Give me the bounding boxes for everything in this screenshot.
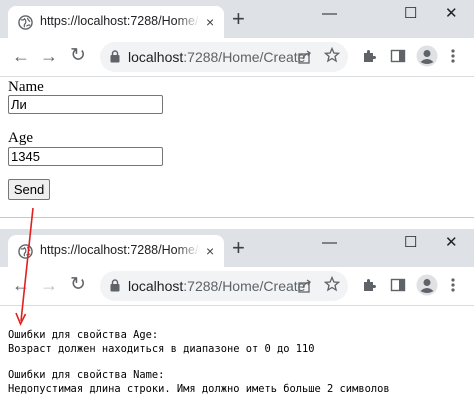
back-button[interactable]: ← [12, 46, 30, 66]
extensions-puzzle-icon[interactable] [362, 277, 378, 293]
bookmark-star-icon[interactable] [324, 47, 340, 63]
profile-avatar-icon[interactable] [416, 45, 438, 67]
window-gap [0, 218, 474, 229]
address-bar[interactable]: localhost:7288/Home/Create [100, 42, 348, 72]
age-input[interactable]: 1345 [8, 147, 163, 166]
maximize-button[interactable]: ☐ [404, 233, 417, 253]
new-tab-button[interactable]: + [232, 235, 245, 261]
forward-button[interactable]: → [40, 275, 58, 295]
tab-strip: https://localhost:7288/Home/Create × + —… [0, 229, 474, 267]
url-host: localhost [128, 278, 184, 294]
profile-avatar-icon[interactable] [416, 274, 438, 296]
side-panel-icon[interactable] [390, 48, 406, 64]
menu-kebab-icon[interactable] [450, 48, 456, 64]
minimize-button[interactable]: — [322, 233, 337, 253]
tab-strip: https://localhost:7288/Home/Create × + —… [0, 0, 474, 38]
share-icon[interactable] [298, 50, 312, 64]
reload-button[interactable]: ↻ [70, 46, 86, 66]
url-text: localhost:7288/Home/Create [128, 49, 305, 65]
side-panel-icon[interactable] [390, 277, 406, 293]
name-label: Name [8, 79, 44, 95]
lock-icon [110, 50, 120, 63]
url-host: localhost [128, 49, 184, 65]
name-input[interactable]: Ли [8, 95, 163, 114]
toolbar: ← → ↻ localhost:7288/Home/Create [0, 267, 474, 306]
maximize-button[interactable]: ☐ [404, 4, 417, 24]
url-path: :7288/Home/Create [183, 49, 306, 65]
tab-close-icon[interactable]: × [206, 243, 214, 259]
lock-icon [110, 279, 120, 292]
extensions-puzzle-icon[interactable] [362, 48, 378, 64]
url-text: localhost:7288/Home/Create [128, 278, 305, 294]
age-label: Age [8, 130, 33, 146]
browser-window-form: https://localhost:7288/Home/Create × + —… [0, 0, 474, 218]
new-tab-button[interactable]: + [232, 6, 245, 32]
tab-create[interactable]: https://localhost:7288/Home/Create × [8, 235, 224, 267]
url-path: :7288/Home/Create [183, 278, 306, 294]
minimize-button[interactable]: — [322, 4, 337, 24]
toolbar: ← → ↻ localhost:7288/Home/Create [0, 38, 474, 77]
tab-create[interactable]: https://localhost:7288/Home/Create × [8, 6, 224, 38]
tab-title: https://localhost:7288/Home/Create [40, 14, 200, 28]
close-window-button[interactable]: ✕ [445, 233, 458, 253]
globe-icon [18, 15, 33, 30]
age-error-message: Возраст должен находиться в диапазоне от… [8, 343, 315, 355]
reload-button[interactable]: ↻ [70, 275, 86, 295]
close-window-button[interactable]: ✕ [445, 4, 458, 24]
back-button[interactable]: ← [12, 275, 30, 295]
share-icon[interactable] [298, 279, 312, 293]
browser-window-result: https://localhost:7288/Home/Create × + —… [0, 229, 474, 420]
forward-button[interactable]: → [40, 46, 58, 66]
send-button[interactable]: Send [8, 179, 50, 200]
globe-icon [18, 244, 33, 259]
age-error-header: Ошибки для свойства Age: [8, 329, 159, 341]
bookmark-star-icon[interactable] [324, 276, 340, 292]
name-error-message: Недопустимая длина строки. Имя должно им… [8, 383, 390, 395]
tab-close-icon[interactable]: × [206, 14, 214, 30]
name-error-header: Ошибки для свойства Name: [8, 369, 165, 381]
tab-title: https://localhost:7288/Home/Create [40, 243, 200, 257]
menu-kebab-icon[interactable] [450, 277, 456, 293]
address-bar[interactable]: localhost:7288/Home/Create [100, 271, 348, 301]
